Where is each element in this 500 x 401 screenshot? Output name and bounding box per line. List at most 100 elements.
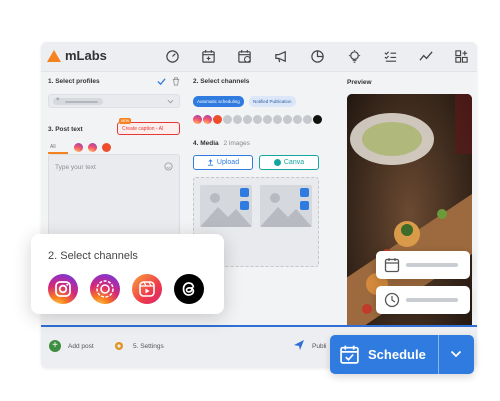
publish-label[interactable]: Publi: [312, 343, 326, 350]
mlabs-logo-icon: [47, 49, 61, 62]
story-glyph: [96, 280, 114, 298]
add-post-label[interactable]: Add post: [68, 343, 94, 350]
channel-disabled-icon[interactable]: [223, 115, 232, 124]
preview-title: Preview: [347, 79, 372, 86]
channel-threads-icon[interactable]: [313, 115, 322, 124]
select-channels-card: 2. Select channels: [31, 234, 224, 314]
channel-reels-icon[interactable]: [213, 115, 222, 124]
reels-glyph: [139, 281, 155, 297]
gauge-icon: [166, 50, 179, 63]
instagram-reels-icon[interactable]: [132, 274, 162, 304]
calendar-check-icon: [340, 345, 359, 364]
nav-tasks[interactable]: [383, 49, 398, 64]
chevron-down-icon[interactable]: [450, 350, 462, 358]
calendar-add-icon: [202, 49, 215, 63]
media-thumbnail[interactable]: [200, 185, 252, 227]
edit-media-icon[interactable]: [300, 188, 309, 197]
move-media-icon[interactable]: [240, 201, 249, 210]
threads-icon[interactable]: [174, 274, 204, 304]
create-caption-label: Create caption - AI: [122, 126, 164, 132]
channel-disabled-icon[interactable]: [233, 115, 242, 124]
post-text-placeholder: Type your text: [55, 164, 96, 171]
chip-notified-publication[interactable]: Notified Publication: [249, 96, 296, 107]
nav-reports[interactable]: [310, 49, 325, 64]
clock-icon: [384, 292, 400, 308]
canva-button[interactable]: Canva: [259, 155, 319, 170]
megaphone-icon: [275, 50, 286, 63]
canva-label: Canva: [283, 159, 305, 166]
channel-instagram-icon[interactable]: [203, 115, 212, 124]
nav-new-post[interactable]: [201, 49, 216, 64]
select-channels-card-title: 2. Select channels: [48, 250, 138, 262]
channel-disabled-icon[interactable]: [253, 115, 262, 124]
channel-disabled-icon[interactable]: [283, 115, 292, 124]
channel-disabled-icon[interactable]: [303, 115, 312, 124]
date-pill[interactable]: [376, 251, 470, 279]
food-photo: [347, 94, 472, 362]
media-count: 2 images: [223, 140, 250, 147]
nav-calendar[interactable]: [237, 49, 252, 64]
nav-ads[interactable]: [274, 49, 289, 64]
profile-name-redacted: [65, 100, 98, 103]
emoji-icon[interactable]: [164, 162, 173, 171]
profiles-title: 1. Select profiles: [48, 78, 100, 85]
remove-profile-icon[interactable]: ×: [56, 97, 60, 103]
schedule-divider: [438, 335, 439, 374]
profiles-select[interactable]: ×: [48, 94, 180, 108]
move-media-icon[interactable]: [300, 201, 309, 210]
pie-chart-icon: [311, 50, 324, 63]
nav-dashboard[interactable]: [165, 49, 180, 64]
threads-glyph: [182, 282, 195, 296]
nav-more[interactable]: [454, 49, 469, 64]
channel-instagram-icon[interactable]: [193, 115, 202, 124]
channels-title: 2. Select channels: [193, 78, 250, 85]
post-text-title: 3. Post text: [48, 126, 83, 133]
instagram-feed-icon[interactable]: [48, 274, 78, 304]
preview-image: [347, 94, 472, 362]
schedule-label: Schedule: [368, 347, 426, 362]
channel-disabled-icon[interactable]: [293, 115, 302, 124]
upload-button[interactable]: Upload: [193, 155, 253, 170]
instagram-glyph: [55, 281, 71, 297]
checklist-icon: [384, 51, 397, 62]
new-badge: NEW: [119, 118, 132, 124]
trend-icon: [419, 51, 433, 61]
upload-icon: [207, 159, 214, 166]
date-placeholder-bar: [406, 263, 458, 267]
settings-gear-icon[interactable]: [113, 340, 125, 352]
settings-label[interactable]: 5. Settings: [133, 343, 164, 350]
instagram-tab-icon[interactable]: [88, 143, 97, 152]
chip-automatic-scheduling[interactable]: Automatic scheduling: [193, 96, 244, 107]
check-all-icon[interactable]: [157, 77, 166, 86]
media-title: 4. Media: [193, 140, 219, 147]
app-window: mLabs 1. Select profiles × 3. Post text …: [41, 42, 477, 368]
reels-tab-icon[interactable]: [102, 143, 111, 152]
logo[interactable]: mLabs: [47, 48, 107, 63]
canva-icon: [273, 159, 281, 166]
lightbulb-icon: [348, 49, 361, 63]
channel-disabled-icon[interactable]: [263, 115, 272, 124]
upload-label: Upload: [216, 159, 240, 166]
instagram-tab-icon[interactable]: [74, 143, 83, 152]
channel-disabled-icon[interactable]: [243, 115, 252, 124]
tab-all[interactable]: All: [50, 144, 56, 150]
nav-analytics[interactable]: [419, 49, 434, 64]
grid-plus-icon: [455, 50, 468, 63]
add-post-icon[interactable]: +: [49, 340, 61, 352]
trash-icon[interactable]: [172, 77, 180, 86]
nav-ideas[interactable]: [347, 49, 362, 64]
schedule-button[interactable]: Schedule: [330, 335, 474, 374]
selected-profile-tag[interactable]: ×: [53, 97, 103, 105]
media-thumbnail[interactable]: [260, 185, 312, 227]
time-pill[interactable]: [376, 286, 470, 314]
channel-disabled-icon[interactable]: [273, 115, 282, 124]
calendar-icon: [384, 258, 400, 273]
media-header: 4. Media 2 images: [193, 140, 250, 147]
chevron-down-icon: [167, 99, 174, 104]
edit-media-icon[interactable]: [240, 188, 249, 197]
calendar-clock-icon: [238, 49, 251, 63]
top-bar: mLabs: [41, 42, 477, 72]
instagram-story-icon[interactable]: [90, 274, 120, 304]
brand-name: mLabs: [65, 48, 107, 63]
send-icon[interactable]: [293, 339, 305, 351]
